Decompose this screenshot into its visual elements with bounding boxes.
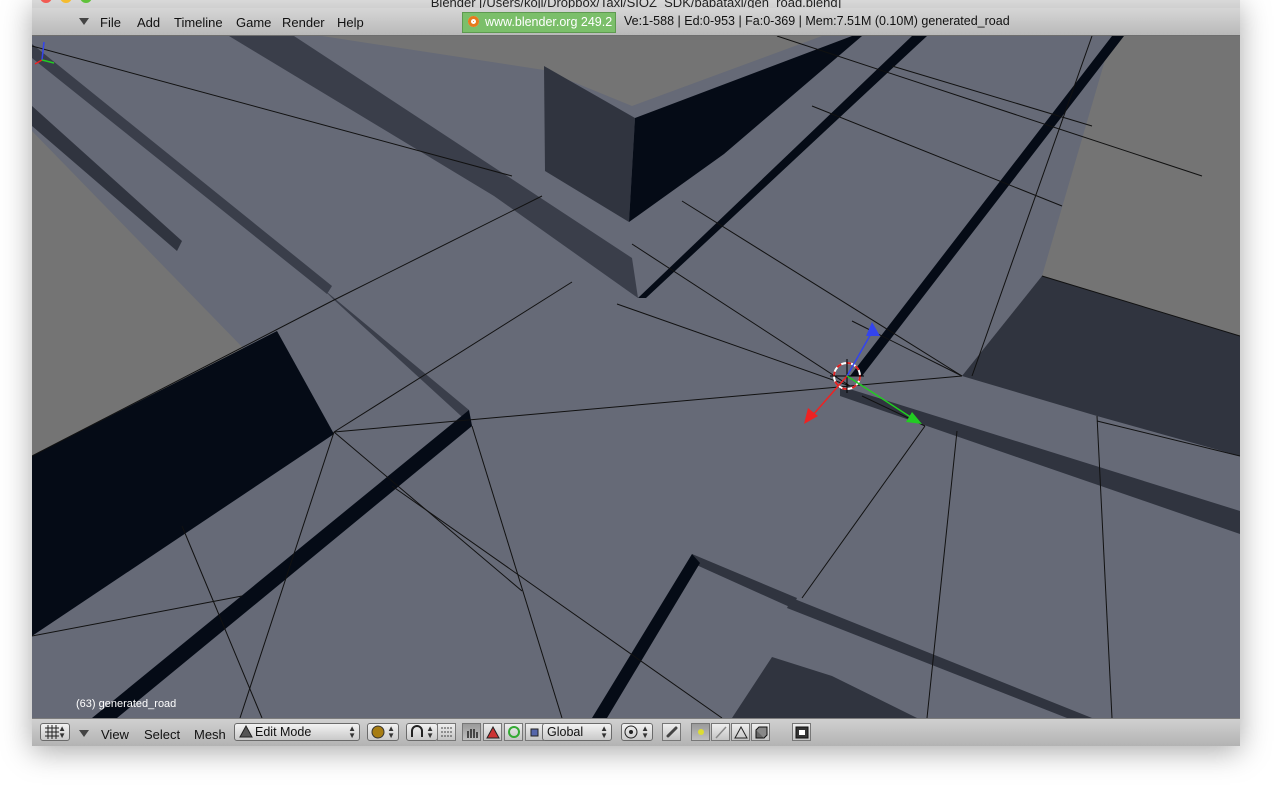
version-badge[interactable]: www.blender.org 249.2 [462,12,616,33]
menu-arrow-icon[interactable] [79,18,89,25]
rotate-icon[interactable] [504,723,523,741]
info-header: File Add Timeline Game Render Help www.b… [32,8,1240,36]
magnet-icon [411,725,423,737]
vertex-select-icon[interactable] [691,723,710,741]
editor-type-dropdown[interactable]: ▲ ▼ [40,723,70,741]
edge-select-icon[interactable] [711,723,730,741]
pivot-icon [624,725,638,739]
snap-icon[interactable] [437,723,456,741]
menu-file[interactable]: File [100,15,121,30]
menu-timeline[interactable]: Timeline [174,15,223,30]
mode-dropdown[interactable]: Edit Mode ▲ ▼ [234,723,360,741]
3d-view-header: ▲ ▼ View Select Mesh Edit Mode ▲ ▼ ▲ ▼ ▲ ▼ [32,718,1240,746]
menu-mesh[interactable]: Mesh [194,727,226,742]
active-object-label: (63) generated_road [76,698,177,710]
proportional-dropdown[interactable]: ▲ ▼ [621,723,653,741]
translate-icon[interactable] [483,723,502,741]
menu-view[interactable]: View [101,727,129,742]
link-icon[interactable] [662,723,681,741]
shading-solid-icon [371,725,385,739]
pivot-dropdown[interactable]: ▲ ▼ [406,723,438,741]
menu-help[interactable]: Help [337,15,364,30]
blender-window: Blender [/Users/koji/Dropbox/Taxi/SIOZ_S… [32,0,1240,746]
face-select-icon[interactable] [731,723,750,741]
axis-gizmo-icon [34,41,55,65]
orientation-dropdown[interactable]: Global ▲ ▼ [542,723,612,741]
mesh-view [32,36,1240,718]
menu-select[interactable]: Select [144,727,180,742]
collapse-menu-icon[interactable] [79,730,89,737]
hand-icon[interactable] [462,723,481,741]
menu-game[interactable]: Game [236,15,271,30]
3d-viewport[interactable]: (63) generated_road [32,36,1240,718]
render-icon[interactable] [792,723,811,741]
menu-render[interactable]: Render [282,15,325,30]
edit-mode-icon [239,725,253,738]
scene-stats: Ve:1-588 | Ed:0-953 | Fa:0-369 | Mem:7.5… [624,14,1010,28]
shading-dropdown[interactable]: ▲ ▼ [367,723,399,741]
version-text: www.blender.org 249.2 [485,15,613,29]
menu-add[interactable]: Add [137,15,160,30]
blender-logo-icon [468,16,479,27]
occlude-icon[interactable] [751,723,770,741]
